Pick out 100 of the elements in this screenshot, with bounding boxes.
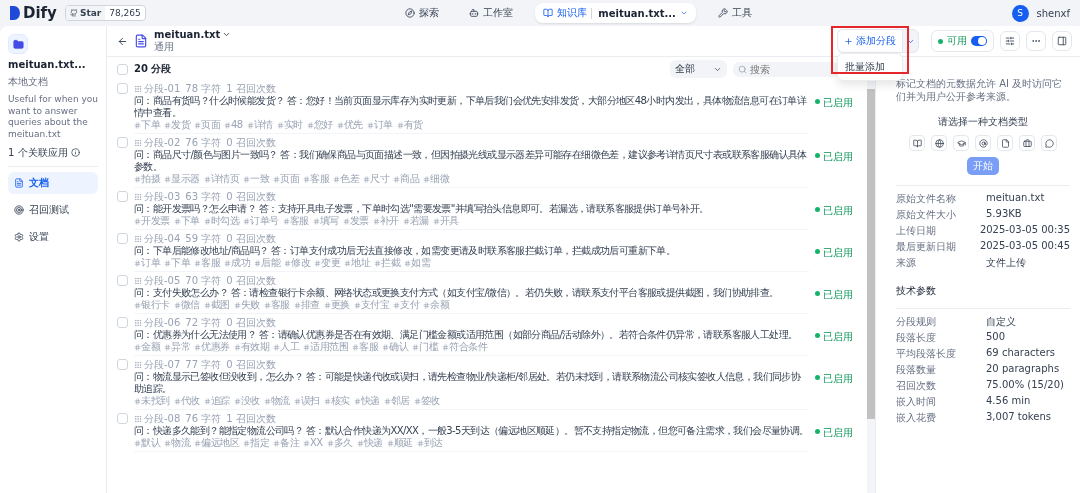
- hash-icon: [404, 259, 411, 267]
- segment-text[interactable]: 问：优惠券为什么无法使用？ 答：请确认优惠券是否在有效期、满足门槛金额或适用范围（如部分商品/活动除外）。若符合条件仍异常，请联系客服人工处理。: [134, 329, 809, 341]
- hash-icon: [352, 343, 359, 351]
- search-box[interactable]: 搜索: [733, 61, 839, 77]
- chevron-down-icon: [679, 9, 688, 17]
- briefcase-icon: [1022, 138, 1032, 148]
- segment-text[interactable]: 问：商品尺寸/颜色与图片一致吗？ 答：我们确保商品与页面描述一致，但因拍摄光线或显示器差异可能存在细微色差，建议参考详情页尺寸表或联系客服确认具体参数。: [134, 149, 809, 173]
- segment-checkbox[interactable]: [117, 233, 128, 244]
- hash-icon: [416, 439, 424, 447]
- segment-text[interactable]: 问：快递多久能到？能指定物流公司吗？ 答：默认合作快递为XX/XX，一般3-5天到达（偏远地区顺延）。暂不支持指定物流，但您可备注需求，我们会尽量协调。: [134, 425, 809, 437]
- char-count: 72 字符: [185, 317, 222, 329]
- hash-icon: [203, 217, 211, 225]
- nav-tab[interactable]: 工具: [709, 3, 760, 23]
- back-icon[interactable]: [117, 35, 128, 47]
- keyword-tag: 下单: [180, 215, 200, 227]
- segment-text[interactable]: 问：能开发票吗？怎么申请？ 答：支持开具电子发票，下单时勾选"需要发票"并填写抬头信息即可。若漏选，请联系客服提供订单号补开。: [134, 203, 809, 215]
- nav-tab[interactable]: 工作室: [461, 3, 522, 23]
- hash-icon: [423, 175, 430, 183]
- hash-icon: [194, 121, 201, 129]
- hash-icon: [323, 301, 331, 309]
- hash-icon: [336, 121, 344, 129]
- hash-icon: [393, 175, 400, 183]
- info-label: 原始文件名称: [896, 192, 957, 206]
- segment-text[interactable]: 问：支付失败怎么办？ 答：请检查银行卡余额、网络状态或更换支付方式（如支付宝/微信）。若仍失败，请联系支付平台客服或提供截图，我们协助排查。: [134, 287, 809, 299]
- keyword-tag: 支付: [400, 299, 419, 311]
- document-title[interactable]: meituan.txt: [154, 28, 232, 40]
- menu-item[interactable]: 批量添加: [841, 57, 899, 77]
- toggle-switch[interactable]: [971, 36, 987, 46]
- keyword-tag: 商品: [400, 173, 419, 185]
- doc-type-button[interactable]: [953, 135, 969, 151]
- char-count: 77 字符: [185, 359, 222, 371]
- user-avatar[interactable]: S: [1011, 4, 1029, 22]
- segment-checkbox[interactable]: [117, 413, 128, 424]
- segment-checkbox[interactable]: [117, 137, 128, 148]
- keyword-tag: 确认: [389, 341, 408, 353]
- hash-icon: [374, 259, 381, 267]
- hash-icon: [173, 217, 181, 225]
- segment-checkbox[interactable]: [117, 317, 128, 328]
- hash-icon: [344, 259, 351, 267]
- keyword-tag: 指定: [250, 437, 269, 449]
- hash-icon: [293, 397, 301, 405]
- globe-icon: [934, 138, 944, 148]
- doc-type-button[interactable]: [909, 135, 925, 151]
- segment-text[interactable]: 问：下单后能修改地址/商品吗？ 答：订单支付成功后无法直接修改，如需变更请及时联系客服拦截订单，拦截成功后可重新下单。: [134, 245, 809, 257]
- segment-checkbox[interactable]: [117, 191, 128, 202]
- segment-checkbox[interactable]: [117, 359, 128, 370]
- panel-toggle-button[interactable]: [1052, 31, 1072, 51]
- doc-type-button[interactable]: [975, 135, 991, 151]
- doc-type-button[interactable]: [997, 135, 1013, 151]
- segment-id: 分段-05: [144, 275, 181, 287]
- segment-text[interactable]: 问：商品有货吗？什么时候能发货？ 答：您好！当前页面显示库存为实时更新，下单后我们会优先安排发货，大部分地区48小时内发出，具体物流信息可在订单详情中查看。: [134, 95, 809, 119]
- nav-tab[interactable]: 探索: [397, 3, 448, 23]
- keyword-tag: 若漏: [409, 215, 429, 227]
- grid-icon: [134, 277, 142, 285]
- hash-icon: [323, 397, 331, 405]
- filter-select[interactable]: 全部: [670, 60, 727, 78]
- sliders-button[interactable]: [1000, 31, 1020, 51]
- search-field[interactable]: 搜索: [750, 63, 830, 75]
- param-value: 3,007 tokens: [986, 411, 1051, 424]
- hash-icon: [273, 343, 280, 351]
- char-count: 59 字符: [185, 233, 222, 245]
- hash-icon: [333, 175, 340, 183]
- sidebar-item[interactable]: 文档: [8, 171, 98, 194]
- keyword-tag: 详情: [253, 119, 273, 131]
- more-button[interactable]: [1026, 31, 1046, 51]
- github-star-button[interactable]: Star 78,265: [64, 5, 146, 21]
- nav-tab[interactable]: 知识库 meituan.txt...: [535, 3, 696, 23]
- keyword-tag: 填写: [319, 215, 339, 227]
- keyword-tag: 订单: [141, 257, 160, 269]
- hash-icon: [134, 343, 141, 351]
- dataset-description: Useful for when you want to answer queries about the meituan.txt: [8, 94, 98, 141]
- segment-status: 已启用: [823, 372, 853, 386]
- keyword-tag: 多久: [333, 437, 353, 449]
- doc-type-button[interactable]: [931, 135, 947, 151]
- segment-id: 分段-01: [144, 83, 181, 95]
- keyword-tag: 银行卡: [141, 299, 170, 311]
- document-icon: [134, 34, 148, 48]
- keyword-tag: 后能: [261, 257, 280, 269]
- hash-icon: [134, 301, 141, 309]
- keyword-tag: 追踪: [210, 395, 230, 407]
- keyword-tag: 变更: [321, 257, 340, 269]
- hash-icon: [134, 175, 141, 183]
- segment-checkbox[interactable]: [117, 275, 128, 286]
- param-label: 平均段落长度: [896, 347, 957, 361]
- info-value: 2025-03-05 00:35: [979, 224, 1070, 237]
- segment-checkbox[interactable]: [117, 83, 128, 94]
- hash-icon: [402, 217, 410, 225]
- segment-id: 分段-03: [144, 191, 181, 203]
- plus-icon: [844, 36, 853, 46]
- doc-type-button[interactable]: [1041, 135, 1057, 151]
- add-segment-button[interactable]: 添加分段: [837, 29, 902, 53]
- sidebar-item[interactable]: 设置: [8, 225, 98, 248]
- doc-type-button[interactable]: [1019, 135, 1035, 151]
- sidebar-item[interactable]: 召回测试: [8, 198, 98, 221]
- param-value: 自定义: [986, 315, 1016, 329]
- select-all-checkbox[interactable]: [117, 63, 128, 75]
- param-label: 分段规则: [896, 315, 937, 329]
- grid-icon: [134, 319, 142, 327]
- segment-text[interactable]: 问：物流显示已签收但没收到，怎么办？ 答：可能是快递代收或误扫，请先检查物业/快递柜/邻居处。若仍未找到，请联系物流公司核实签收人信息，我们同步协助追踪。: [134, 371, 809, 395]
- hash-icon: [243, 439, 250, 447]
